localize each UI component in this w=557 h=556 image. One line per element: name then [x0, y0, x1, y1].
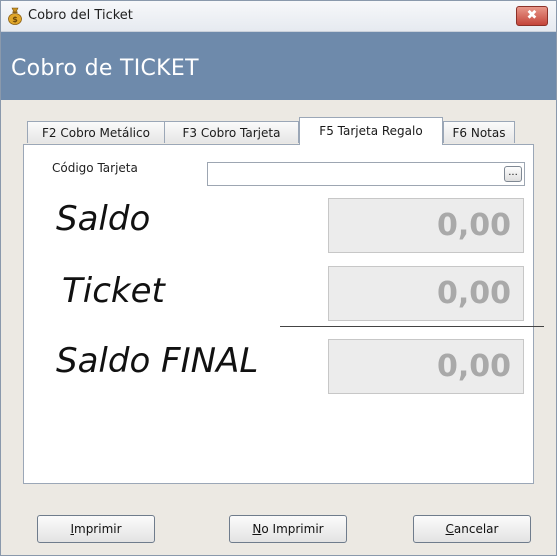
- saldo-final-label: Saldo FINAL: [56, 341, 259, 381]
- saldo-label: Saldo: [56, 199, 151, 239]
- svg-text:$: $: [12, 15, 18, 24]
- close-button[interactable]: ✖: [516, 6, 548, 26]
- browse-button[interactable]: ...: [504, 166, 522, 182]
- close-icon: ✖: [526, 8, 538, 23]
- codigo-tarjeta-label: Código Tarjeta: [52, 161, 138, 175]
- cobro-ticket-window: $ Cobro del Ticket ✖ Cobro de TICKET F2 …: [0, 0, 557, 556]
- tab-label: F2 Cobro Metálico: [42, 126, 150, 140]
- saldo-final-amount: 0,00: [328, 339, 524, 394]
- cancelar-button[interactable]: Cancelar: [413, 515, 531, 543]
- header-band: Cobro de TICKET: [1, 32, 556, 100]
- button-label: ancelar: [453, 522, 499, 536]
- tab-label: F3 Cobro Tarjeta: [182, 126, 281, 140]
- tab-cobro-metalico[interactable]: F2 Cobro Metálico: [27, 121, 165, 143]
- ticket-label: Ticket: [62, 271, 165, 311]
- page-title: Cobro de TICKET: [11, 56, 199, 81]
- title-bar: $ Cobro del Ticket ✖: [1, 1, 556, 32]
- tab-notas[interactable]: F6 Notas: [443, 121, 515, 143]
- window-title: Cobro del Ticket: [28, 8, 133, 23]
- tab-tarjeta-regalo[interactable]: F5 Tarjeta Regalo: [299, 117, 443, 145]
- button-label: o Imprimir: [261, 522, 324, 536]
- saldo-amount: 0,00: [328, 198, 524, 253]
- mnemonic: C: [445, 522, 454, 536]
- codigo-tarjeta-input[interactable]: ...: [207, 162, 525, 186]
- tab-label: F5 Tarjeta Regalo: [319, 124, 423, 138]
- total-divider: [280, 326, 544, 327]
- tab-label: F6 Notas: [452, 126, 506, 140]
- button-label: mprimir: [74, 522, 122, 536]
- money-bag-icon: $: [8, 7, 22, 25]
- no-imprimir-button[interactable]: No Imprimir: [229, 515, 347, 543]
- tarjeta-regalo-panel: Código Tarjeta ... Saldo 0,00 Ticket 0,0…: [23, 144, 544, 484]
- imprimir-button[interactable]: Imprimir: [37, 515, 155, 543]
- dialog-body: F2 Cobro Metálico F3 Cobro Tarjeta F5 Ta…: [1, 100, 556, 555]
- ticket-amount: 0,00: [328, 266, 524, 321]
- tab-cobro-tarjeta[interactable]: F3 Cobro Tarjeta: [164, 121, 299, 143]
